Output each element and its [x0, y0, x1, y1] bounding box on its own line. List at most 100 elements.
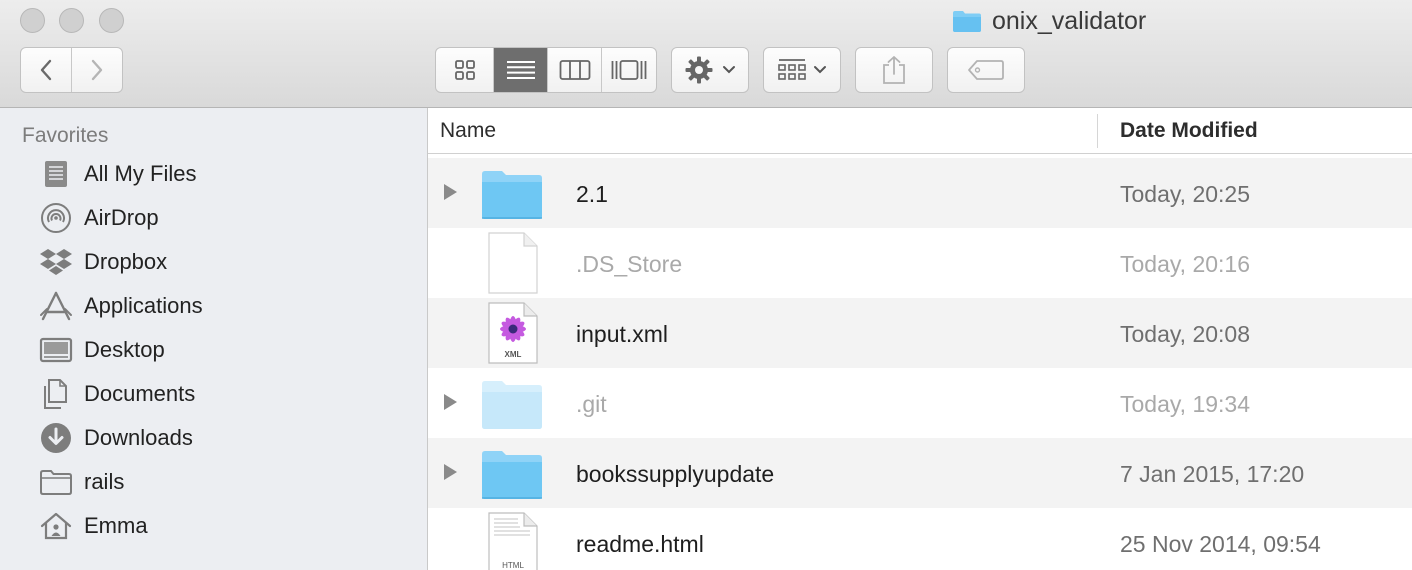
- document-icon: [488, 232, 538, 294]
- action-menu: [671, 47, 749, 93]
- sidebar-item-label: Downloads: [84, 425, 193, 450]
- sidebar: Favorites All My Files AirDrop Dropbox A…: [0, 108, 428, 570]
- sidebar-item-rails[interactable]: rails: [0, 460, 427, 504]
- column-resize-handle[interactable]: [1097, 114, 1098, 148]
- sidebar-item-applications[interactable]: Applications: [0, 284, 427, 328]
- all-files-icon: [38, 158, 74, 190]
- folder-icon: [482, 451, 542, 499]
- file-row[interactable]: HTML readme.html 25 Nov 2014, 09:54: [428, 508, 1412, 570]
- dropbox-icon: [38, 246, 74, 278]
- list-icon: [506, 61, 535, 79]
- applications-icon: [38, 290, 74, 322]
- html-file-icon: HTML: [488, 512, 538, 570]
- forward-button[interactable]: [72, 48, 123, 92]
- file-row[interactable]: XML input.xml Today, 20:08: [428, 298, 1412, 368]
- xml-file-icon: XML: [488, 302, 538, 364]
- share-control: [855, 47, 933, 93]
- chevron-right-icon: [91, 59, 102, 81]
- file-date-modified: 7 Jan 2015, 17:20: [1120, 461, 1305, 487]
- sidebar-item-label: AirDrop: [84, 205, 159, 230]
- back-button[interactable]: [21, 48, 72, 92]
- file-date-modified: Today, 20:25: [1120, 181, 1251, 207]
- window-toolbar: onix_validator: [0, 0, 1412, 108]
- sidebar-item-label: Documents: [84, 381, 196, 406]
- list-view-button[interactable]: [494, 48, 548, 92]
- folder-icon: [38, 466, 74, 498]
- columns-icon: [559, 60, 590, 80]
- file-date-modified: 25 Nov 2014, 09:54: [1120, 531, 1321, 557]
- arrange-menu: [763, 47, 841, 93]
- folder-icon: [953, 11, 981, 32]
- disclosure-triangle-icon[interactable]: [444, 184, 457, 200]
- file-name: readme.html: [576, 531, 704, 557]
- window-title-text: onix_validator: [992, 6, 1147, 35]
- file-date-modified: Today, 19:34: [1120, 391, 1251, 417]
- file-date-modified: Today, 20:08: [1120, 321, 1251, 347]
- file-date-modified: Today, 20:16: [1120, 251, 1251, 277]
- airdrop-icon: [38, 202, 74, 234]
- sidebar-item-documents[interactable]: Documents: [0, 372, 427, 416]
- zoom-window-button[interactable]: [99, 8, 124, 33]
- navigation-buttons: [20, 47, 123, 93]
- documents-icon: [38, 378, 74, 410]
- file-name: 2.1: [576, 181, 608, 207]
- cover-flow-button[interactable]: [602, 48, 656, 92]
- file-row[interactable]: .git Today, 19:34: [428, 368, 1412, 438]
- tag-icon: [968, 60, 1004, 80]
- sidebar-item-all-my-files[interactable]: All My Files: [0, 152, 427, 196]
- sidebar-item-label: Desktop: [84, 337, 165, 362]
- chevron-left-icon: [40, 59, 51, 81]
- icon-view-button[interactable]: [436, 48, 494, 92]
- column-header-name[interactable]: Name: [440, 119, 496, 143]
- sidebar-item-emma[interactable]: Emma: [0, 504, 427, 548]
- arrange-button[interactable]: [764, 48, 840, 92]
- downloads-icon: [38, 422, 74, 454]
- desktop-icon: [38, 334, 74, 366]
- sidebar-item-label: All My Files: [84, 161, 197, 186]
- window-title: onix_validator: [952, 6, 1146, 36]
- sidebar-heading-favorites: Favorites: [22, 124, 109, 147]
- sidebar-item-label: Applications: [84, 293, 203, 318]
- file-row[interactable]: bookssupplyupdate 7 Jan 2015, 17:20: [428, 438, 1412, 508]
- folder-icon: [482, 171, 542, 219]
- minimize-window-button[interactable]: [59, 8, 84, 33]
- sidebar-item-downloads[interactable]: Downloads: [0, 416, 427, 460]
- column-view-button[interactable]: [548, 48, 602, 92]
- svg-text:HTML: HTML: [502, 561, 524, 570]
- chevron-down-icon: [723, 66, 735, 74]
- file-name: .git: [576, 391, 607, 417]
- disclosure-triangle-icon[interactable]: [444, 394, 457, 410]
- sidebar-item-label: Emma: [84, 513, 148, 538]
- file-list: Name Date Modified 2.1 Today, 20:25 .DS_…: [428, 108, 1412, 570]
- close-window-button[interactable]: [20, 8, 45, 33]
- tag-button[interactable]: [948, 48, 1024, 92]
- file-rows: 2.1 Today, 20:25 .DS_Store Today, 20:16: [428, 158, 1412, 570]
- arrange-grid-icon: [778, 59, 806, 80]
- sidebar-favorites-list: All My Files AirDrop Dropbox Application…: [0, 152, 427, 548]
- sidebar-item-label: rails: [84, 469, 125, 494]
- gear-icon: [685, 56, 713, 84]
- column-header-date-modified[interactable]: Date Modified: [1120, 119, 1258, 143]
- sidebar-item-label: Dropbox: [84, 249, 168, 274]
- grid-icon: [454, 60, 475, 80]
- sidebar-item-airdrop[interactable]: AirDrop: [0, 196, 427, 240]
- file-name: .DS_Store: [576, 251, 683, 277]
- file-name: bookssupplyupdate: [576, 461, 775, 487]
- file-row[interactable]: 2.1 Today, 20:25: [428, 158, 1412, 228]
- share-button[interactable]: [856, 48, 932, 92]
- share-icon: [883, 56, 905, 84]
- home-icon: [38, 510, 74, 542]
- folder-icon: [482, 381, 542, 429]
- chevron-down-icon: [814, 66, 826, 74]
- column-header-row: Name Date Modified: [428, 108, 1412, 154]
- action-gear-button[interactable]: [672, 48, 748, 92]
- sidebar-item-dropbox[interactable]: Dropbox: [0, 240, 427, 284]
- tag-control: [947, 47, 1025, 93]
- svg-text:XML: XML: [505, 350, 522, 359]
- view-mode-segmented-control: [435, 47, 657, 93]
- cover-flow-icon: [611, 60, 647, 80]
- disclosure-triangle-icon[interactable]: [444, 464, 457, 480]
- file-name: input.xml: [576, 321, 669, 347]
- file-row[interactable]: .DS_Store Today, 20:16: [428, 228, 1412, 298]
- sidebar-item-desktop[interactable]: Desktop: [0, 328, 427, 372]
